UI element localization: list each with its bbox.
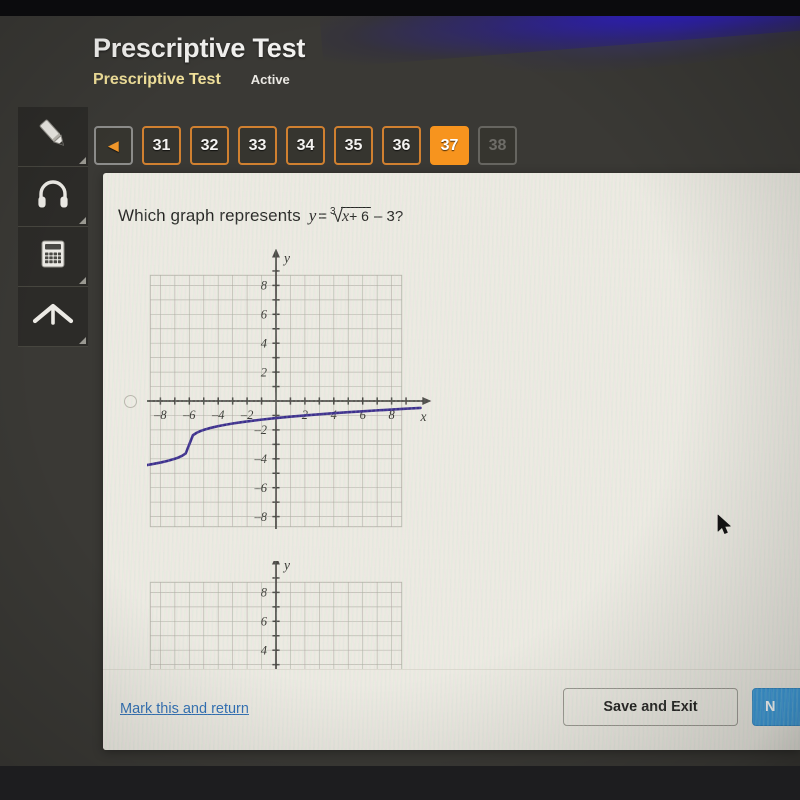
svg-text:–8: –8	[153, 408, 167, 422]
save-and-exit-button[interactable]: Save and Exit	[563, 688, 738, 726]
graph-option-a[interactable]: –8 –6 –4 –2 2 4 6 8 8 6 4 2 –2 –4 –6 –8 y x	[147, 249, 507, 529]
test-header: Prescriptive Test Prescriptive Test Acti…	[93, 33, 305, 89]
svg-text:4: 4	[331, 408, 337, 422]
svg-text:y: y	[282, 561, 290, 572]
monitor-bezel-top	[0, 0, 800, 16]
arrow-up-icon	[30, 293, 76, 340]
svg-text:4: 4	[261, 644, 267, 658]
graph-b-svg: 8642y	[149, 561, 403, 671]
pager-item-33[interactable]: 33	[238, 126, 277, 165]
svg-text:6: 6	[261, 308, 268, 322]
equation-equals: =	[318, 207, 327, 225]
pager-item-36[interactable]: 36	[382, 126, 421, 165]
pager-item-35[interactable]: 35	[334, 126, 373, 165]
status-badge: Active	[250, 72, 290, 87]
headphones-icon	[32, 173, 74, 220]
tool-rail	[18, 107, 88, 347]
pager-item-34[interactable]: 34	[286, 126, 325, 165]
svg-text:–6: –6	[182, 408, 196, 422]
pager-prev-button[interactable]: ◀	[94, 126, 133, 165]
tool-audio-button[interactable]	[18, 167, 88, 227]
radicand-rest: + 6	[349, 207, 369, 224]
tool-scroll-up-button[interactable]	[18, 287, 88, 347]
svg-text:–8: –8	[254, 510, 268, 524]
test-meta-row: Prescriptive Test Active	[93, 71, 305, 89]
tool-calculator-button[interactable]	[18, 227, 88, 287]
question-text: Which graph represents	[118, 206, 301, 225]
svg-text:4: 4	[261, 337, 267, 351]
equation-lhs: y	[308, 206, 317, 225]
page-title: Prescriptive Test	[93, 33, 306, 63]
graph-option-b[interactable]: 8642y	[147, 561, 507, 671]
radical-index: 3	[330, 205, 336, 217]
answer-radio-option-a[interactable]	[124, 395, 137, 408]
svg-text:8: 8	[261, 586, 268, 600]
pager-item-37-current[interactable]: 37	[430, 126, 469, 165]
svg-text:–6: –6	[254, 481, 268, 495]
next-button[interactable]: N	[752, 688, 800, 726]
question-equation: y = 3 √ x+ 6 – 3?	[309, 206, 403, 226]
graph-a-svg: –8 –6 –4 –2 2 4 6 88642–2–4–6–8yx	[147, 249, 432, 529]
test-name-label: Prescriptive Test	[93, 71, 221, 88]
question-prompt: Which graph represents y = 3 √ x+ 6 – 3?	[118, 206, 403, 226]
pager-item-32[interactable]: 32	[190, 126, 229, 165]
mark-and-return-link[interactable]: Mark this and return	[120, 701, 249, 717]
radicand: x+ 6	[341, 206, 371, 226]
svg-text:–4: –4	[211, 408, 225, 422]
card-footer: Mark this and return Save and Exit N	[103, 669, 800, 750]
question-pager: ◀ 31 32 33 34 35 36 37 38	[94, 126, 517, 165]
pencil-icon	[32, 113, 74, 160]
svg-text:–4: –4	[254, 452, 268, 466]
svg-text:2: 2	[261, 365, 267, 379]
svg-text:6: 6	[261, 615, 268, 629]
equation-tail: – 3?	[373, 207, 404, 225]
calculator-icon	[32, 233, 74, 280]
pager-item-38-disabled: 38	[478, 126, 517, 165]
monitor-bezel-bottom	[0, 766, 800, 800]
tool-highlighter-button[interactable]	[18, 107, 88, 167]
question-card: Which graph represents y = 3 √ x+ 6 – 3?…	[103, 173, 800, 750]
svg-text:8: 8	[261, 279, 268, 293]
svg-text:y: y	[282, 250, 290, 265]
svg-text:–2: –2	[254, 423, 268, 437]
svg-text:x: x	[420, 409, 427, 424]
screen: Prescriptive Test Prescriptive Test Acti…	[0, 0, 800, 800]
pager-item-31[interactable]: 31	[142, 126, 181, 165]
cube-root-radical: 3 √ x+ 6	[330, 205, 371, 226]
